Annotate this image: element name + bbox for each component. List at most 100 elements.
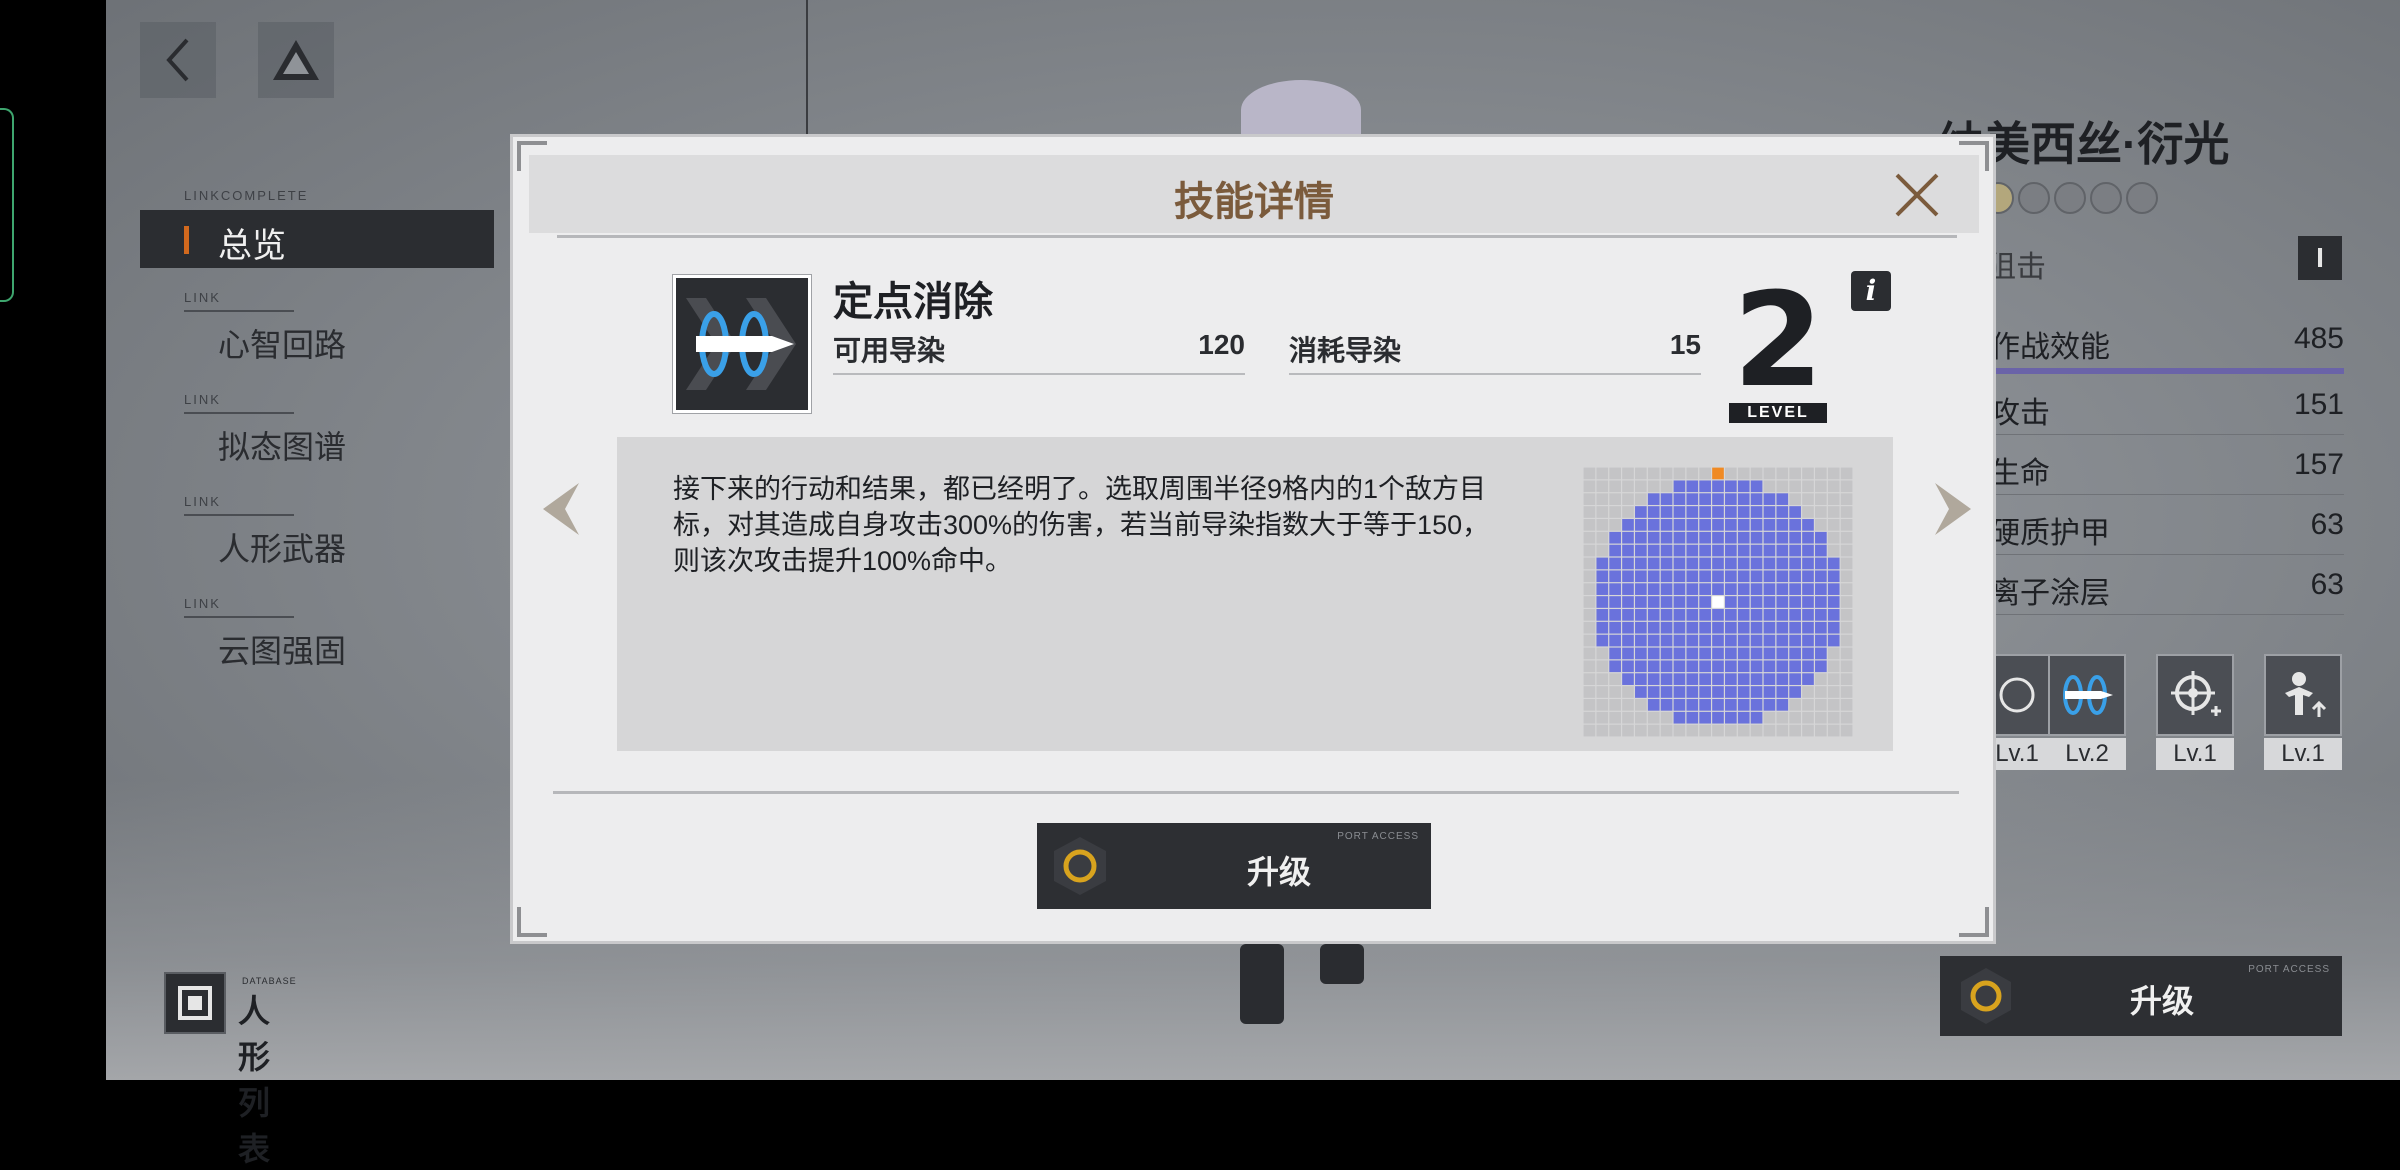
cost-stat: 消耗导染 15 xyxy=(1289,323,1701,375)
range-cell xyxy=(1596,634,1609,647)
range-cell xyxy=(1673,480,1686,493)
info-button[interactable]: i xyxy=(1851,271,1891,311)
range-cell xyxy=(1635,583,1647,595)
range-cell xyxy=(1763,557,1776,570)
range-cell xyxy=(1622,660,1634,673)
character-upgrade-button[interactable]: PORT ACCESS 升级 xyxy=(1940,956,2342,1036)
skill-description-panel: 接下来的行动和结果，都已经明了。选取周围半径9格内的1个敌方目标，对其造成自身攻… xyxy=(617,437,1893,751)
range-cell xyxy=(1725,480,1737,493)
range-cell xyxy=(1789,724,1801,737)
range-cell xyxy=(1827,699,1840,711)
range-cell xyxy=(1840,544,1853,557)
range-cell xyxy=(1815,544,1827,557)
range-cell xyxy=(1763,686,1776,698)
range-cell xyxy=(1647,609,1660,621)
range-cell xyxy=(1725,647,1737,660)
range-cell xyxy=(1840,673,1853,685)
range-cell xyxy=(1686,596,1699,608)
range-cell xyxy=(1763,660,1776,673)
range-cell xyxy=(1725,506,1737,518)
range-cell xyxy=(1635,506,1647,518)
range-cell xyxy=(1647,724,1660,737)
range-cell xyxy=(1673,557,1686,570)
edge-frame-indicator xyxy=(0,108,14,302)
range-cell xyxy=(1815,647,1827,660)
range-cell xyxy=(1750,596,1763,608)
range-cell xyxy=(1699,493,1711,505)
stat-value: 63 xyxy=(2310,508,2344,541)
range-cell xyxy=(1686,660,1699,673)
range-cell xyxy=(1789,634,1801,647)
range-cell xyxy=(1647,596,1660,608)
range-cell xyxy=(1712,686,1724,698)
range-cell xyxy=(1583,699,1596,711)
range-cell xyxy=(1750,686,1763,698)
range-cell xyxy=(1596,724,1609,737)
range-cell xyxy=(1712,647,1724,660)
range-cell xyxy=(1827,583,1840,595)
range-cell xyxy=(1840,583,1853,595)
range-cell xyxy=(1699,724,1711,737)
range-cell xyxy=(1699,557,1711,570)
range-cell xyxy=(1647,544,1660,557)
range-cell xyxy=(1596,506,1609,518)
bottom-divider xyxy=(553,791,1959,794)
range-cell xyxy=(1583,647,1596,660)
sidebar-item-mind-circuit[interactable]: 心智回路 xyxy=(218,320,346,366)
skill-detail-modal: 技能详情 定点消除 可用导染 120 消耗导染 15 2 LEVEL i 接下来… xyxy=(510,134,1996,944)
range-cell xyxy=(1725,596,1737,608)
skill-upgrade-button[interactable]: PORT ACCESS 升级 xyxy=(1037,823,1431,909)
range-cell xyxy=(1789,544,1801,557)
sidebar-item-reinforce[interactable]: 云图强固 xyxy=(218,626,346,672)
range-cell xyxy=(1699,506,1711,518)
close-icon[interactable] xyxy=(1891,169,1943,221)
range-cell xyxy=(1789,711,1801,724)
range-cell xyxy=(1596,673,1609,685)
sidebar-item-weapon[interactable]: 人形武器 xyxy=(218,524,346,570)
next-skill-arrow-icon[interactable] xyxy=(1931,481,1975,537)
character-head-hint xyxy=(1241,80,1361,140)
range-cell xyxy=(1725,467,1737,480)
range-cell xyxy=(1596,699,1609,711)
skill-card-2[interactable] xyxy=(2048,654,2126,736)
range-cell xyxy=(1699,467,1711,480)
range-cell xyxy=(1827,596,1840,608)
sidebar-item-overview[interactable]: 总览 xyxy=(140,210,494,268)
range-cell xyxy=(1583,506,1596,518)
range-cell xyxy=(1686,673,1699,685)
range-cell xyxy=(1673,647,1686,660)
upgrade-label: 升级 xyxy=(1247,854,1312,890)
range-cell xyxy=(1725,711,1737,724)
range-cell xyxy=(1647,634,1660,647)
range-cell xyxy=(1737,480,1750,493)
stat-name: 生命 xyxy=(1990,457,2050,490)
range-cell xyxy=(1737,467,1750,480)
header-divider xyxy=(557,235,1957,238)
range-cell xyxy=(1737,493,1750,505)
range-cell xyxy=(1827,506,1840,518)
range-cell xyxy=(1750,609,1763,621)
character-boot-right xyxy=(1320,944,1364,984)
range-cell xyxy=(1647,711,1660,724)
range-cell xyxy=(1763,480,1776,493)
range-cell xyxy=(1840,609,1853,621)
range-cell xyxy=(1815,596,1827,608)
range-cell xyxy=(1673,724,1686,737)
nav-divider xyxy=(184,412,294,414)
range-cell xyxy=(1609,583,1621,595)
prev-skill-arrow-icon[interactable] xyxy=(539,481,583,537)
skill-card-3[interactable] xyxy=(2156,654,2234,736)
range-cell xyxy=(1815,583,1827,595)
range-cell xyxy=(1827,724,1840,737)
range-cell xyxy=(1635,531,1647,544)
range-cell xyxy=(1673,596,1686,608)
back-button[interactable] xyxy=(140,22,216,98)
sidebar-item-mimic-map[interactable]: 拟态图谱 xyxy=(218,422,346,468)
range-cell xyxy=(1699,609,1711,621)
rank-badge[interactable]: I xyxy=(2298,236,2342,280)
home-button[interactable] xyxy=(258,22,334,98)
range-cell xyxy=(1583,583,1596,595)
skill-card-4[interactable] xyxy=(2264,654,2342,736)
range-cell xyxy=(1609,660,1621,673)
range-cell xyxy=(1635,519,1647,531)
